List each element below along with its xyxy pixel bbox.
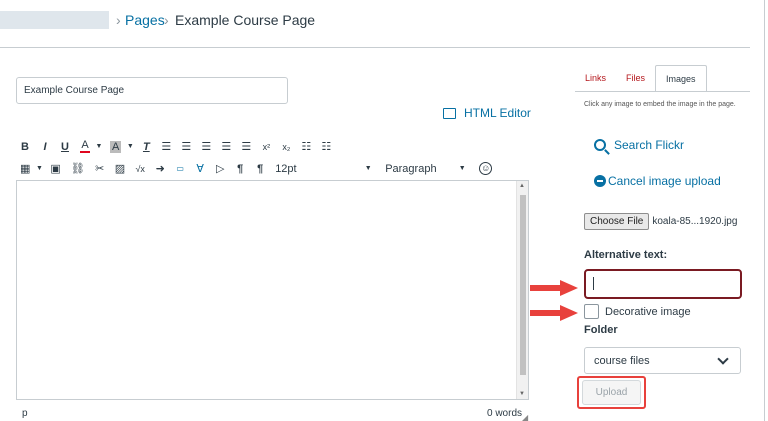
align-center-icon[interactable]: ☰ [181,140,191,153]
folder-select-value: course files [594,354,650,367]
ltr-button[interactable]: ¶ [235,163,245,175]
search-icon [594,139,606,151]
header-divider [0,47,750,48]
html-editor-link[interactable]: HTML Editor [443,106,531,120]
search-flickr-link[interactable]: Search Flickr [594,138,684,152]
chevron-down-icon [717,352,729,365]
embed-icon[interactable]: ▷ [215,162,225,175]
bold-button[interactable]: B [20,141,30,153]
cancel-upload-label: Cancel image upload [608,174,721,188]
decorative-image-option[interactable]: Decorative image [584,304,691,319]
element-path: p [22,408,28,419]
folder-select[interactable]: course files [584,347,741,374]
font-size-dropdown-icon[interactable]: ▼ [363,165,373,172]
background-color-dropdown-icon[interactable]: ▼ [125,143,135,150]
superscript-button[interactable]: x² [261,142,271,152]
breadcrumb-separator: › [116,12,121,28]
decorative-image-checkbox[interactable] [584,304,599,319]
italic-button[interactable]: I [40,141,50,153]
minus-circle-icon [594,175,606,187]
alt-text-label: Alternative text: [584,249,668,261]
tab-images[interactable]: Images [655,65,707,92]
link-icon[interactable]: ⛓ [71,162,85,175]
html-editor-label: HTML Editor [464,106,531,120]
lti-tool-icon[interactable]: ➜ [155,162,165,175]
search-flickr-label: Search Flickr [614,138,685,152]
text-color-button[interactable]: A [80,140,90,153]
choose-file-button[interactable]: Choose File [584,213,650,230]
editor-toolbar-row-2: ▦ ▼ ▣ ⛓ ✂ ▨ √x ➜ ▭ ∀ ▷ ¶ ¶ 12pt ▼ Paragr… [20,162,502,175]
align-left-icon[interactable]: ☰ [161,140,171,153]
content-tabs: Links Files Images [575,65,707,92]
image-icon[interactable]: ▨ [115,162,125,175]
editor-scrollbar[interactable]: ▲ ▼ [516,181,528,399]
indent-icon[interactable]: ☰ [221,140,231,153]
folder-label: Folder [584,324,618,336]
rtl-button[interactable]: ¶ [255,163,265,175]
scroll-down-icon[interactable]: ▼ [519,391,525,397]
text-cursor [593,277,594,290]
align-right-icon[interactable]: ☰ [201,140,211,153]
tab-divider [575,91,750,92]
cancel-image-upload-link[interactable]: Cancel image upload [594,174,721,188]
clear-formatting-button[interactable]: T [141,141,151,153]
vimeo-icon[interactable]: ∀ [195,162,205,175]
equation-button[interactable]: √x [135,164,145,174]
tab-links[interactable]: Links [575,65,616,92]
block-format-select[interactable]: Paragraph [385,163,449,175]
tab-files[interactable]: Files [616,65,655,92]
table-icon[interactable]: ▦ [20,162,30,175]
annotation-arrow-alt-text-icon [530,280,578,296]
decorative-image-label: Decorative image [605,305,691,318]
page-title-input[interactable] [16,77,288,104]
editor-toolbar-row-1: B I U A ▼ A ▼ T ☰ ☰ ☰ ☰ ☰ x² x₂ ☷ ☷ [20,140,341,153]
page-edge-divider [764,0,765,421]
breadcrumb-pages-link[interactable]: Pages [125,12,165,28]
font-size-select[interactable]: 12pt [275,163,355,175]
background-color-button[interactable]: A [110,140,122,153]
numbered-list-icon[interactable]: ☷ [321,140,331,153]
subscript-button[interactable]: x₂ [281,142,291,152]
bullet-list-icon[interactable]: ☷ [301,140,311,153]
table-dropdown-icon[interactable]: ▼ [34,165,44,172]
rich-content-editor[interactable]: ▲ ▼ [16,180,529,400]
block-format-dropdown-icon[interactable]: ▼ [457,165,467,172]
media-icon[interactable]: ▣ [50,162,60,175]
breadcrumb-separator: › [164,12,169,28]
html-editor-icon [443,107,456,119]
annotation-arrow-decorative-icon [530,305,578,321]
box-icon[interactable]: ▭ [175,164,185,173]
alt-text-input[interactable] [584,269,742,299]
text-color-dropdown-icon[interactable]: ▼ [94,143,104,150]
scroll-up-icon[interactable]: ▲ [519,183,525,189]
scrollbar-thumb[interactable] [520,195,526,375]
upload-button[interactable]: Upload [582,380,641,405]
file-chooser: Choose File koala-85...1920.jpg [584,213,737,230]
word-count: 0 words [487,408,523,419]
underline-button[interactable]: U [60,141,70,153]
selected-file-name: koala-85...1920.jpg [652,216,738,227]
accessibility-checker-icon[interactable]: ☺ [479,162,493,175]
blurred-course-name [0,11,109,29]
unlink-icon[interactable]: ✂ [95,162,105,175]
outdent-icon[interactable]: ☰ [241,140,251,153]
breadcrumb-current: Example Course Page [175,12,316,28]
resize-handle-icon[interactable]: ◢ [522,413,528,421]
images-hint: Click any image to embed the image in th… [584,101,736,108]
